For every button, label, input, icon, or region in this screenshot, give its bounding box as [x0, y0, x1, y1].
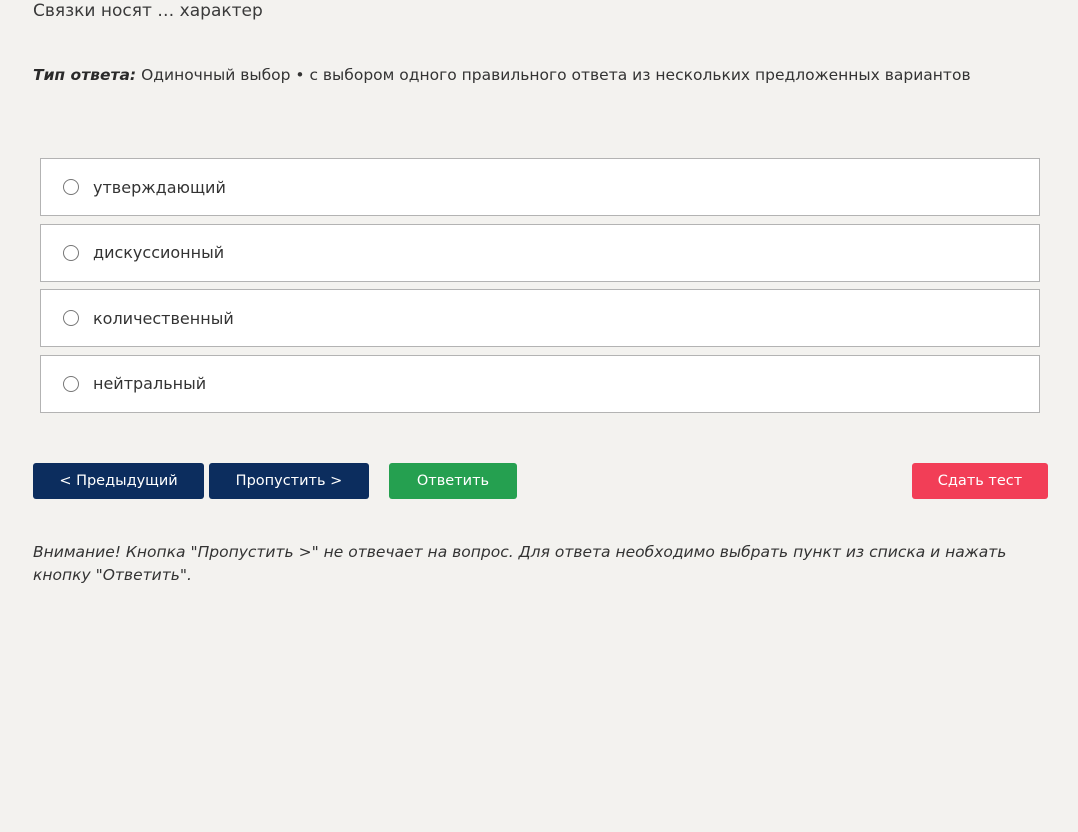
option-label: дискуссионный [93, 243, 225, 262]
radio-button[interactable] [63, 310, 79, 326]
previous-button[interactable]: < Предыдущий [33, 463, 204, 499]
option-label: нейтральный [93, 374, 207, 393]
option-item[interactable]: дискуссионный [40, 223, 1040, 282]
option-label: утверждающий [93, 177, 226, 197]
radio-button[interactable] [63, 244, 79, 261]
radio-button[interactable] [63, 179, 79, 195]
option-item[interactable]: количественный [40, 289, 1040, 347]
option-label: количественный [93, 308, 234, 328]
answer-button[interactable]: Ответить [389, 463, 517, 499]
answer-type-label: Тип ответа: [33, 66, 137, 84]
skip-button[interactable]: Пропустить > [209, 463, 369, 499]
question-text: Связки носят … характер [33, 1, 263, 21]
option-item[interactable]: нейтральный [40, 354, 1040, 413]
options-list: утверждающий дискуссионный количественны… [40, 158, 1040, 420]
answer-type: Тип ответа: Одиночный выбор • с выбором … [33, 66, 971, 84]
finish-test-button[interactable]: Сдать тест [912, 463, 1048, 499]
option-item[interactable]: утверждающий [40, 158, 1040, 216]
notice-text: Внимание! Кнопка "Пропустить >" не отвеч… [33, 543, 1007, 584]
radio-button[interactable] [63, 375, 79, 392]
answer-type-value: Одиночный выбор • с выбором одного прави… [141, 66, 971, 84]
